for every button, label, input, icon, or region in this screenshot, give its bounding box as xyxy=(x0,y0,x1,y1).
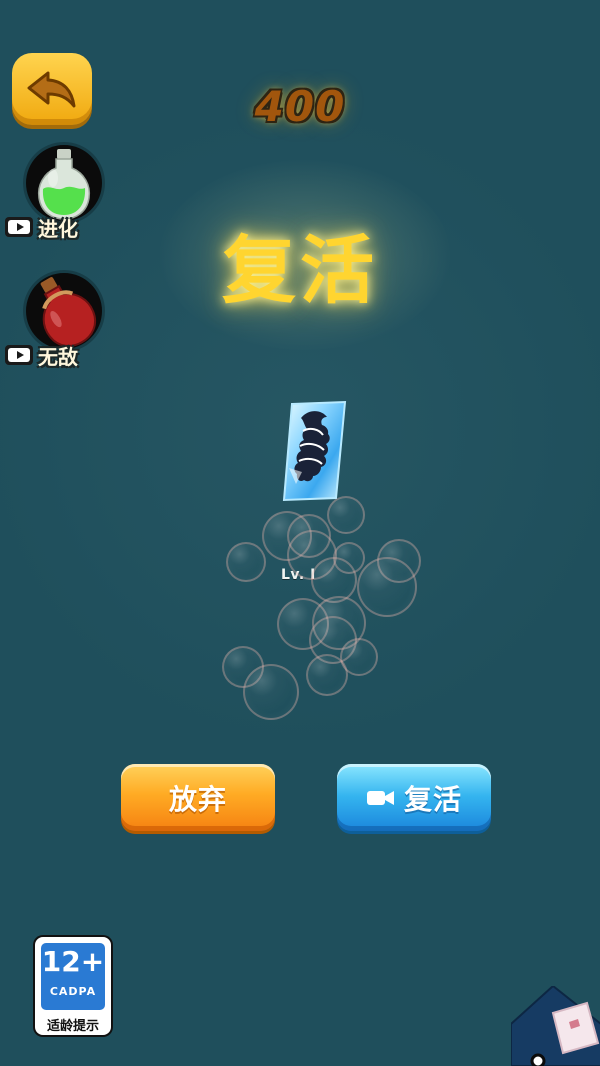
revive-button[interactable]: 复活 xyxy=(337,764,491,831)
bubble xyxy=(357,557,417,617)
bubble xyxy=(306,654,348,696)
give-up-label: 放弃 xyxy=(168,782,227,816)
revive-label: 复活 xyxy=(403,782,462,816)
age-rating-badge: 12+ CADPA 适龄提示 xyxy=(35,937,111,1035)
age-rating-hint: 适龄提示 xyxy=(46,1019,99,1034)
invincible-label: 无敌 xyxy=(38,344,78,369)
bubble xyxy=(226,542,266,582)
age-rating-number: 12+ xyxy=(41,945,105,978)
bubble xyxy=(327,496,365,534)
video-camera-icon xyxy=(366,790,394,805)
player-creature xyxy=(282,400,347,502)
invincible-label-row: 无敌 xyxy=(4,341,78,369)
age-rating-org: CADPA xyxy=(49,985,97,998)
revive-title: 复活 xyxy=(222,228,378,314)
video-ad-icon xyxy=(5,345,33,365)
give-up-button[interactable]: 放弃 xyxy=(121,764,275,831)
score-display: 400 xyxy=(254,82,346,131)
corner-card-icon xyxy=(511,986,600,1066)
bubble xyxy=(243,664,299,720)
